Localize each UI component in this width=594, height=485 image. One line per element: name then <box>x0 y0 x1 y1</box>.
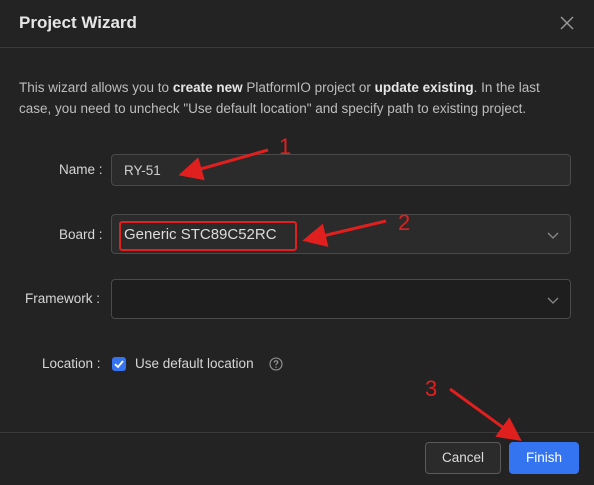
board-label: Board : <box>59 227 103 242</box>
framework-select[interactable] <box>111 279 571 319</box>
name-field-value: RY-51 <box>124 163 161 178</box>
close-icon[interactable] <box>558 14 576 32</box>
framework-label: Framework : <box>25 291 101 306</box>
dialog-title: Project Wizard <box>19 13 137 32</box>
name-label: Name : <box>59 162 103 177</box>
annotation-number-2: 2 <box>398 210 411 235</box>
use-default-location-label[interactable]: Use default location <box>135 356 254 371</box>
dialog-footer <box>0 432 594 485</box>
annotation-number-3: 3 <box>425 376 438 401</box>
project-wizard-dialog: Project Wizard This wizard allows you to… <box>0 0 594 485</box>
board-label-text: Board <box>59 227 96 242</box>
board-select[interactable]: Generic STC89C52RC <box>111 214 571 254</box>
annotation-number-1: 1 <box>279 134 292 159</box>
location-label: Location : <box>42 356 101 371</box>
wizard-description: This wizard allows you to create new Pla… <box>19 77 571 119</box>
name-label-text: Name <box>59 162 96 177</box>
cancel-button[interactable]: Cancel <box>425 442 501 474</box>
framework-label-text: Framework <box>25 291 93 306</box>
chevron-down-icon <box>547 297 559 304</box>
description-text: PlatformIO project or <box>242 80 375 95</box>
annotation-arrow-3 <box>449 387 522 442</box>
help-icon[interactable] <box>269 357 283 371</box>
title-bar: Project Wizard <box>0 0 594 48</box>
checkmark-icon <box>114 360 124 369</box>
board-select-value: Generic STC89C52RC <box>124 226 277 243</box>
chevron-down-icon <box>547 232 559 239</box>
description-bold-update: update existing <box>374 80 474 95</box>
description-bold-create: create new <box>172 80 243 95</box>
name-field[interactable]: RY-51 <box>111 154 571 186</box>
finish-button[interactable]: Finish <box>509 442 579 474</box>
use-default-location-checkbox[interactable] <box>112 357 126 371</box>
location-label-text: Location <box>42 356 94 371</box>
description-text: This wizard allows you to <box>19 80 173 95</box>
